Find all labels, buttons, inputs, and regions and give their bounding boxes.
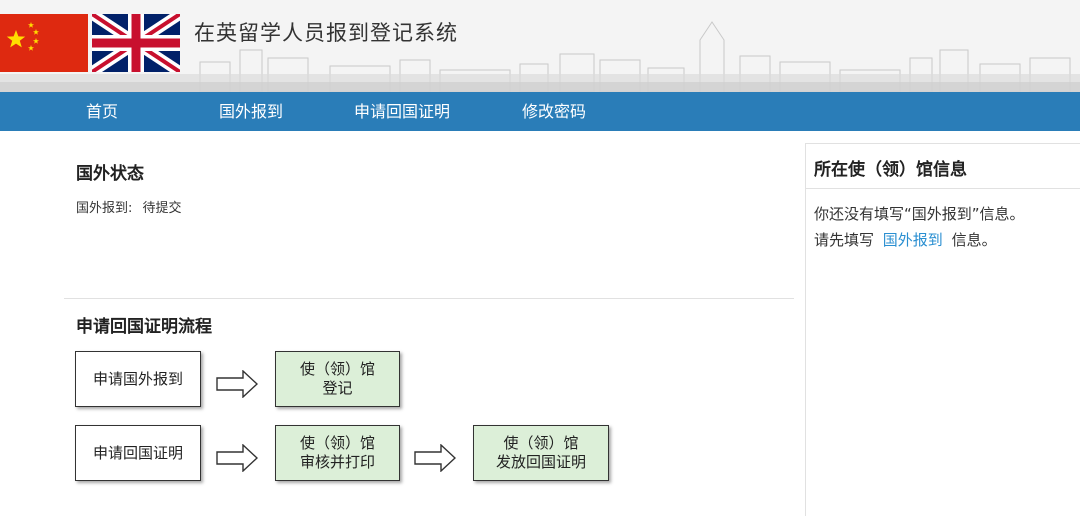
embassy-info-message: 你还没有填写“国外报到”信息。 <box>814 205 1025 223</box>
section-divider <box>64 298 794 299</box>
hint-suffix: 信息。 <box>951 231 997 249</box>
process-section-title: 申请回国证明流程 <box>76 317 212 337</box>
step-label: 申请国外报到 <box>92 369 183 388</box>
step-label: 申请回国证明 <box>92 443 183 462</box>
step-label: 使（领）馆 <box>299 360 375 378</box>
site-title: 在英留学人员报到登记系统 <box>194 21 458 45</box>
uk-flag-icon <box>88 9 184 77</box>
status-line: 国外报到: 待提交 <box>76 197 182 216</box>
site-header: 在英留学人员报到登记系统 <box>0 0 1080 92</box>
status-label: 国外报到: <box>76 201 133 216</box>
embassy-info-header: 所在使（领）馆信息 <box>806 143 1080 189</box>
arrow-right-icon <box>216 370 258 398</box>
main-nav: 首页 国外报到 申请回国证明 修改密码 <box>0 92 1080 131</box>
nav-change-password[interactable]: 修改密码 <box>522 92 586 131</box>
status-value: 待提交 <box>142 201 182 216</box>
hint-prefix: 请先填写 <box>814 231 875 249</box>
embassy-info-title: 所在使（领）馆信息 <box>814 160 967 180</box>
nav-home[interactable]: 首页 <box>86 92 118 131</box>
nav-return-certificate[interactable]: 申请回国证明 <box>354 92 450 131</box>
step-label: 发放回国证明 <box>495 453 586 471</box>
step-embassy-issue-certificate: 使（领）馆 发放回国证明 <box>473 425 609 481</box>
status-section-title: 国外状态 <box>76 164 144 184</box>
step-label: 审核并打印 <box>299 453 375 471</box>
arrow-right-icon <box>414 444 456 472</box>
arrow-right-icon <box>216 444 258 472</box>
step-embassy-register: 使（领）馆 登记 <box>275 351 400 407</box>
step-embassy-review-print: 使（领）馆 审核并打印 <box>275 425 400 481</box>
step-label: 使（领）馆 <box>503 434 579 452</box>
embassy-info-hint: 请先填写 国外报到 信息。 <box>814 229 997 250</box>
nav-overseas-report[interactable]: 国外报到 <box>219 92 283 131</box>
step-label: 登记 <box>322 379 353 397</box>
embassy-info-panel: 所在使（领）馆信息 你还没有填写“国外报到”信息。 请先填写 国外报到 信息。 <box>805 143 1080 516</box>
step-label: 使（领）馆 <box>299 434 375 452</box>
overseas-report-link[interactable]: 国外报到 <box>883 231 943 249</box>
main-content: 国外状态 国外报到: 待提交 申请回国证明流程 申请国外报到 使（领）馆 登记 … <box>64 131 794 516</box>
step-apply-overseas-report: 申请国外报到 <box>75 351 201 407</box>
china-flag-icon <box>0 14 88 72</box>
step-apply-return-certificate: 申请回国证明 <box>75 425 201 481</box>
